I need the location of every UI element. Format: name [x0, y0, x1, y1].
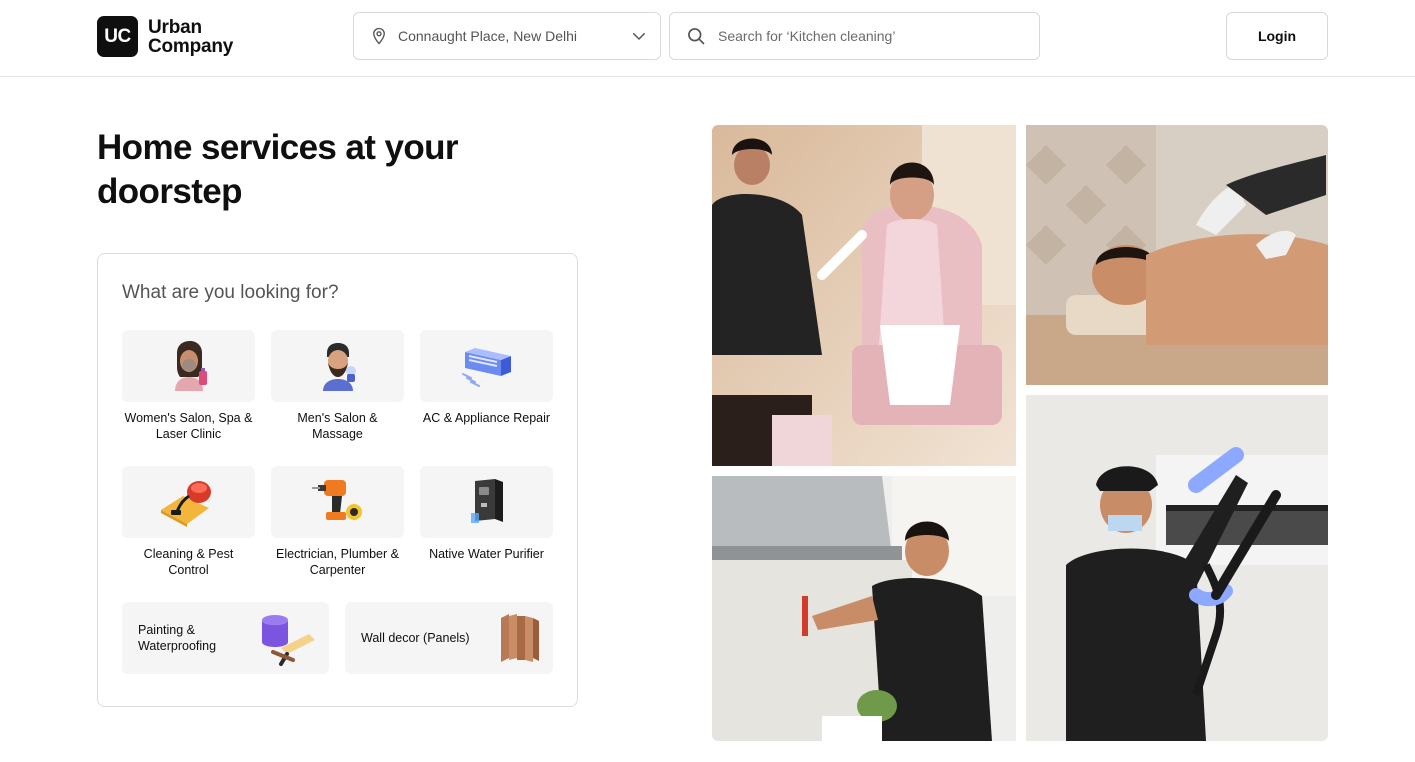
service-label: Cleaning & Pest Control — [143, 547, 234, 577]
woman-salon-icon — [174, 341, 207, 391]
service-label: Electrician, Plumber & Carpenter — [276, 547, 399, 577]
search-bar[interactable] — [669, 12, 1040, 60]
panel-title: What are you looking for? — [122, 282, 339, 303]
kitchen-chimney-service-photo — [712, 476, 1016, 741]
uc-logo-mark: UC — [97, 16, 138, 57]
service-label: Native Water Purifier — [429, 547, 544, 561]
water-purifier-icon — [470, 479, 503, 523]
service-label: Men's Salon & Massage — [297, 411, 378, 441]
tile-icon-box — [420, 466, 553, 538]
page-title: Home services at your doorstep — [97, 128, 459, 211]
massage-service-photo — [1026, 125, 1328, 385]
service-label: AC & Appliance Repair — [422, 411, 551, 425]
service-label: Wall decor (Panels) — [361, 631, 470, 645]
location-selector[interactable]: Connaught Place, New Delhi — [353, 12, 661, 60]
man-salon-icon — [322, 343, 356, 391]
salon-service-photo — [712, 125, 1016, 466]
service-tile-cleaning[interactable]: Cleaning & Pest Control — [122, 466, 271, 578]
vacuum-cleaner-icon — [160, 481, 211, 527]
service-label: Women's Salon, Spa & Laser Clinic — [124, 411, 253, 441]
tile-icon-box — [420, 330, 553, 402]
search-icon — [688, 28, 705, 45]
service-tile-water-purifier[interactable]: Native Water Purifier — [420, 466, 569, 562]
tile-icon-box — [271, 466, 404, 538]
search-input[interactable] — [718, 28, 1023, 44]
ac-cleaning-service-photo — [1026, 395, 1328, 741]
login-button[interactable]: Login — [1226, 12, 1328, 60]
service-tile-womens-salon[interactable]: Women's Salon, Spa & Laser Clinic — [122, 330, 271, 442]
tile-icon-box — [122, 330, 255, 402]
service-tile-mens-salon[interactable]: Men's Salon & Massage — [271, 330, 420, 442]
location-pin-icon — [373, 27, 385, 45]
wall-panels-icon — [501, 614, 539, 662]
service-tile-wall-decor[interactable]: Wall decor (Panels) — [345, 602, 553, 674]
urban-company-logo[interactable]: UC Urban Company — [97, 16, 233, 57]
logo-wordmark: Urban Company — [148, 18, 233, 56]
tile-icon-box — [271, 330, 404, 402]
chevron-down-icon — [633, 33, 645, 40]
top-header: UC Urban Company Connaught Place, New De… — [0, 0, 1415, 77]
service-label: Painting & Waterproofing — [138, 623, 217, 653]
logo-word-1: Urban — [148, 16, 202, 38]
service-tile-painting[interactable]: Painting & Waterproofing — [122, 602, 329, 674]
ac-unit-icon — [461, 348, 511, 387]
paint-roller-icon — [262, 615, 315, 666]
logo-word-2: Company — [148, 35, 234, 57]
tile-icon-box — [122, 466, 255, 538]
location-text: Connaught Place, New Delhi — [398, 28, 577, 44]
service-tile-ac-repair[interactable]: AC & Appliance Repair — [420, 330, 569, 426]
service-tile-electrician[interactable]: Electrician, Plumber & Carpenter — [271, 466, 420, 578]
drill-icon — [311, 480, 362, 520]
service-categories-panel: What are you looking for? Women's Salon,… — [97, 253, 578, 707]
